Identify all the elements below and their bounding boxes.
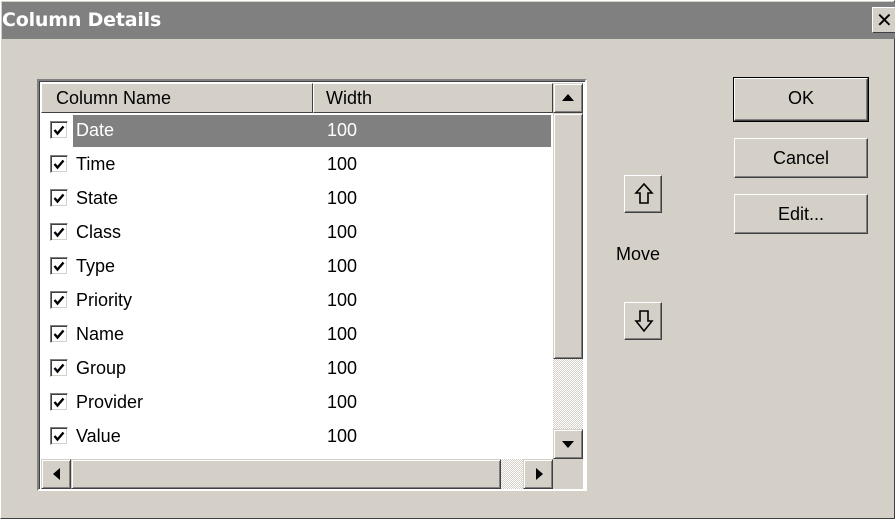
checkmark-icon	[53, 431, 65, 442]
column-header-name[interactable]: Column Name	[41, 83, 313, 113]
scroll-up-button[interactable]	[553, 83, 583, 113]
move-label: Move	[616, 244, 661, 264]
column-name-cell: Time	[76, 154, 116, 174]
ok-button[interactable]: OK	[733, 77, 869, 122]
checkmark-icon	[53, 261, 65, 272]
move-down-button[interactable]	[624, 302, 662, 340]
scroll-right-button[interactable]	[523, 459, 553, 489]
checkmark-icon	[53, 397, 65, 408]
cancel-button[interactable]: Cancel	[734, 138, 868, 178]
close-button[interactable]: ✕	[872, 7, 895, 33]
vertical-scrollbar[interactable]	[553, 83, 583, 459]
checkmark-icon	[53, 125, 65, 136]
column-name-cell: Type	[76, 256, 116, 276]
selection-highlight	[73, 115, 551, 147]
table-row[interactable]: Time 100	[41, 147, 553, 181]
dialog-title: Column Details	[2, 9, 162, 31]
column-name-cell: Date	[76, 120, 115, 140]
column-width-cell: 100	[327, 324, 358, 344]
table-row[interactable]: Date 100	[41, 113, 553, 147]
checkmark-icon	[53, 159, 65, 170]
move-up-button[interactable]	[624, 175, 662, 213]
table-row[interactable]: Type 100	[41, 249, 553, 283]
table-row[interactable]: Class 100	[41, 215, 553, 249]
column-list[interactable]: Column Name Width Date 100 Time 100 State 100…	[37, 79, 587, 491]
horizontal-scrollbar[interactable]	[41, 459, 553, 489]
vertical-scroll-thumb[interactable]	[553, 113, 583, 359]
list-rows: Date 100 Time 100 State 100 Class 100 Type 100 Pri…	[41, 113, 553, 453]
column-width-cell: 100	[327, 392, 358, 412]
checkmark-icon	[53, 295, 65, 306]
column-name-cell: Provider	[76, 392, 144, 412]
edit-button[interactable]: Edit...	[734, 194, 868, 234]
table-row[interactable]: Value 100	[41, 419, 553, 453]
column-width-cell: 100	[327, 188, 358, 208]
column-width-cell: 100	[327, 120, 358, 140]
column-width-cell: 100	[327, 222, 358, 242]
column-visible-checkbox[interactable]	[50, 155, 68, 173]
table-row[interactable]: Name 100	[41, 317, 553, 351]
column-width-cell: 100	[327, 256, 358, 276]
arrow-down-icon	[634, 310, 654, 333]
column-name-cell: Name	[76, 324, 125, 344]
checkmark-icon	[53, 329, 65, 340]
horizontal-scroll-thumb[interactable]	[71, 459, 501, 489]
column-visible-checkbox[interactable]	[50, 427, 68, 445]
column-name-cell: Class	[76, 222, 122, 242]
title-bar[interactable]: Column Details ✕	[2, 2, 895, 39]
scroll-left-arrow-icon	[53, 468, 60, 480]
scroll-right-arrow-icon	[536, 468, 543, 480]
table-row[interactable]: Group 100	[41, 351, 553, 385]
checkmark-icon	[53, 363, 65, 374]
column-width-cell: 100	[327, 154, 358, 174]
arrow-up-icon	[634, 182, 654, 204]
column-visible-checkbox[interactable]	[50, 291, 68, 309]
column-name-cell: Priority	[76, 290, 133, 310]
column-details-dialog: Column Details ✕ Column Name Width Date 1…	[0, 0, 895, 519]
scroll-up-arrow-icon	[562, 94, 574, 101]
column-visible-checkbox[interactable]	[50, 393, 68, 411]
column-visible-checkbox[interactable]	[50, 223, 68, 241]
column-name-cell: Group	[76, 358, 127, 378]
column-width-cell: 100	[327, 426, 358, 446]
scrollbar-corner	[553, 459, 583, 489]
close-icon: ✕	[876, 8, 893, 32]
column-name-cell: Value	[76, 426, 121, 446]
scroll-down-button[interactable]	[553, 429, 583, 459]
column-name-cell: State	[76, 188, 119, 208]
checkmark-icon	[53, 193, 65, 204]
column-visible-checkbox[interactable]	[50, 359, 68, 377]
column-width-cell: 100	[327, 358, 358, 378]
column-visible-checkbox[interactable]	[50, 121, 68, 139]
column-visible-checkbox[interactable]	[50, 257, 68, 275]
scroll-left-button[interactable]	[41, 459, 71, 489]
checkmark-icon	[53, 227, 65, 238]
table-row[interactable]: Priority 100	[41, 283, 553, 317]
column-visible-checkbox[interactable]	[50, 189, 68, 207]
scroll-down-arrow-icon	[562, 441, 574, 448]
table-row[interactable]: Provider 100	[41, 385, 553, 419]
column-visible-checkbox[interactable]	[50, 325, 68, 343]
table-row[interactable]: State 100	[41, 181, 553, 215]
column-header-width[interactable]: Width	[313, 83, 553, 113]
column-width-cell: 100	[327, 290, 358, 310]
